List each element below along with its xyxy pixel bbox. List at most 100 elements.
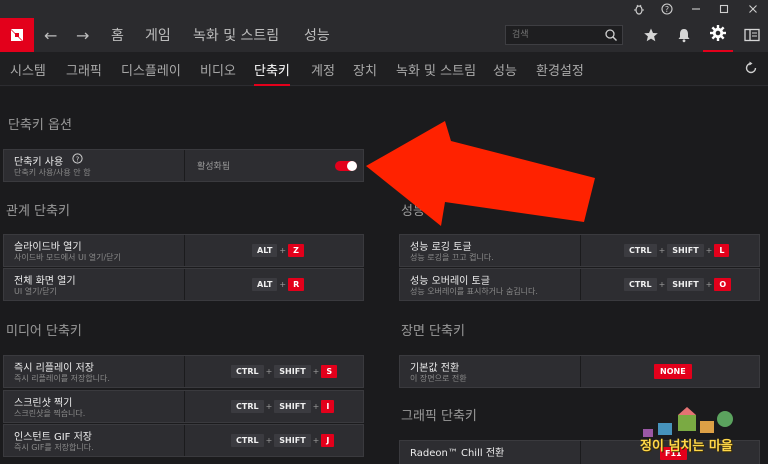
key-combo[interactable]: ALT + R: [252, 269, 305, 300]
hotkey-enable-sub: 단축키 사용/사용 안 함: [14, 168, 91, 177]
tab-record-stream[interactable]: 녹화 및 스트림: [396, 52, 476, 86]
plus-sign: +: [265, 402, 273, 411]
plus-sign: +: [658, 280, 666, 289]
tab-preferences[interactable]: 환경설정: [536, 52, 584, 86]
section-title-performance-hotkeys: 성능: [401, 204, 425, 219]
hotkey-enable-row[interactable]: 단축키 사용 ? 단축키 사용/사용 안 함 활성화됨: [3, 149, 364, 182]
hotkey-row-sidebar[interactable]: 슬라이드바 열기 사이드바 모드에서 UI 열기/닫기 ALT + Z: [3, 234, 364, 267]
sidebar-panel-icon[interactable]: [737, 18, 767, 52]
amd-logo-icon[interactable]: [0, 18, 34, 52]
bug-icon[interactable]: [626, 0, 652, 18]
hotkey-row-label: 성능 로깅 토글: [410, 242, 472, 253]
hotkey-row-label: 스크린샷 찍기: [14, 398, 73, 409]
hotkey-enable-label-cell: 단축키 사용 ? 단축키 사용/사용 안 함: [4, 150, 185, 181]
tab-account[interactable]: 계정: [311, 52, 335, 86]
window-titlebar: ?: [0, 0, 768, 18]
key-main: S: [321, 365, 338, 378]
hotkey-row-fullscreen[interactable]: 전체 화면 열기 UI 열기/닫기 ALT + R: [3, 268, 364, 301]
nav-home[interactable]: 홈: [111, 18, 124, 52]
hotkey-row-label: 기본값 전환: [410, 363, 460, 374]
hotkey-row-perf-overlay[interactable]: 성능 오버레이 토글 성능 오버레이를 표시하거나 숨깁니다. CTRL + SHI…: [399, 268, 760, 301]
refresh-icon[interactable]: [744, 61, 758, 78]
key-combo[interactable]: CTRL + SHIFT + L: [624, 235, 730, 266]
hotkey-row-default-scene[interactable]: 기본값 전환 이 장면으로 전환 NONE: [399, 355, 760, 388]
section-title-hotkey-options: 단축키 옵션: [8, 118, 72, 133]
hotkey-row-instant-gif[interactable]: 인스턴트 GIF 저장 즉시 GIF를 저장합니다. CTRL + SHIFT + J: [3, 424, 364, 457]
key-modifier: SHIFT: [274, 434, 311, 447]
hotkey-row-perf-logging[interactable]: 성능 로깅 토글 성능 로깅을 끄고 켭니다. CTRL + SHIFT + L: [399, 234, 760, 267]
key-main: L: [714, 244, 730, 257]
key-main: I: [321, 400, 335, 413]
close-icon[interactable]: [740, 0, 766, 18]
gear-icon: [709, 24, 727, 45]
top-nav-bar: ← → 홈 게임 녹화 및 스트림 성능: [0, 18, 768, 52]
settings-gear-button[interactable]: [703, 18, 733, 52]
hotkey-enable-toggle[interactable]: [335, 161, 357, 171]
search-box[interactable]: [505, 25, 623, 45]
nav-record-stream[interactable]: 녹화 및 스트림: [193, 18, 279, 52]
hotkey-row-label: 슬라이드바 열기: [14, 242, 82, 253]
key-combo[interactable]: NONE: [654, 356, 692, 387]
section-title-graphics-hotkeys: 그래픽 단축키: [401, 409, 477, 424]
settings-tab-bar: 시스템 그래픽 디스플레이 비디오 단축키 계정 장치 녹화 및 스트림 성능 …: [0, 52, 768, 86]
restore-icon[interactable]: [711, 0, 737, 18]
key-modifier: CTRL: [231, 434, 264, 447]
hotkey-row-sub: 사이드바 모드에서 UI 열기/닫기: [14, 253, 121, 262]
section-title-media-hotkeys: 미디어 단축키: [6, 324, 82, 339]
hotkey-row-sub: 성능 로깅을 끄고 켭니다.: [410, 253, 494, 262]
star-icon[interactable]: [636, 18, 666, 52]
hotkey-row-label: Radeon™ Chill 전환: [410, 448, 505, 459]
svg-text:?: ?: [76, 155, 80, 163]
key-modifier: CTRL: [231, 365, 264, 378]
key-modifier: SHIFT: [667, 244, 704, 257]
plus-sign: +: [312, 402, 320, 411]
hotkey-row-sub: 즉시 GIF를 저장합니다.: [14, 443, 94, 452]
tab-system[interactable]: 시스템: [10, 52, 46, 86]
key-combo[interactable]: CTRL + SHIFT + O: [624, 269, 732, 300]
tab-graphics[interactable]: 그래픽: [66, 52, 102, 86]
tab-video[interactable]: 비디오: [200, 52, 236, 86]
key-modifier: SHIFT: [274, 365, 311, 378]
tab-hotkeys[interactable]: 단축키: [254, 52, 290, 86]
tab-devices[interactable]: 장치: [353, 52, 377, 86]
bell-icon[interactable]: [669, 18, 699, 52]
search-input[interactable]: [506, 26, 598, 44]
help-icon[interactable]: ?: [654, 0, 680, 18]
hotkey-enable-status: 활성화됨: [197, 162, 231, 172]
key-main: R: [288, 278, 305, 291]
hotkey-row-label: 성능 오버레이 토글: [410, 276, 490, 287]
key-combo[interactable]: ALT + Z: [252, 235, 304, 266]
hotkey-enable-label: 단축키 사용: [14, 157, 64, 168]
plus-sign: +: [265, 367, 273, 376]
section-title-related-hotkeys: 관계 단축키: [6, 204, 70, 219]
key-modifier: SHIFT: [274, 400, 311, 413]
key-modifier: SHIFT: [667, 278, 704, 291]
plus-sign: +: [279, 280, 287, 289]
hotkey-row-screenshot[interactable]: 스크린샷 찍기 스크린샷을 찍습니다. CTRL + SHIFT + I: [3, 390, 364, 423]
hotkey-row-sub: 즉시 리플레이를 저장합니다.: [14, 374, 110, 383]
toggle-knob: [347, 161, 357, 171]
key-combo[interactable]: CTRL + SHIFT + J: [231, 425, 335, 456]
search-icon[interactable]: [604, 28, 618, 45]
nav-games[interactable]: 게임: [145, 18, 171, 52]
key-modifier: ALT: [252, 244, 278, 257]
hotkey-row-instant-replay[interactable]: 즉시 리플레이 저장 즉시 리플레이를 저장합니다. CTRL + SHIFT + S: [3, 355, 364, 388]
key-combo[interactable]: CTRL + SHIFT + S: [231, 356, 338, 387]
none-badge: NONE: [654, 364, 692, 379]
nav-performance[interactable]: 성능: [304, 18, 330, 52]
key-combo[interactable]: CTRL + SHIFT + I: [231, 391, 335, 422]
svg-text:?: ?: [665, 5, 669, 14]
plus-sign: +: [705, 280, 713, 289]
tab-display[interactable]: 디스플레이: [121, 52, 181, 86]
hotkey-row-sub: 스크린샷을 찍습니다.: [14, 409, 86, 418]
minimize-icon[interactable]: [683, 0, 709, 18]
back-button[interactable]: ←: [44, 18, 57, 52]
help-circle-icon[interactable]: ?: [72, 153, 83, 167]
forward-button[interactable]: →: [76, 18, 89, 52]
plus-sign: +: [279, 246, 287, 255]
plus-sign: +: [312, 436, 320, 445]
tab-performance[interactable]: 성능: [493, 52, 517, 86]
key-modifier: CTRL: [624, 278, 657, 291]
section-title-scene-hotkeys: 장면 단축키: [401, 324, 465, 339]
hotkey-row-sub: 이 장면으로 전환: [410, 374, 467, 383]
